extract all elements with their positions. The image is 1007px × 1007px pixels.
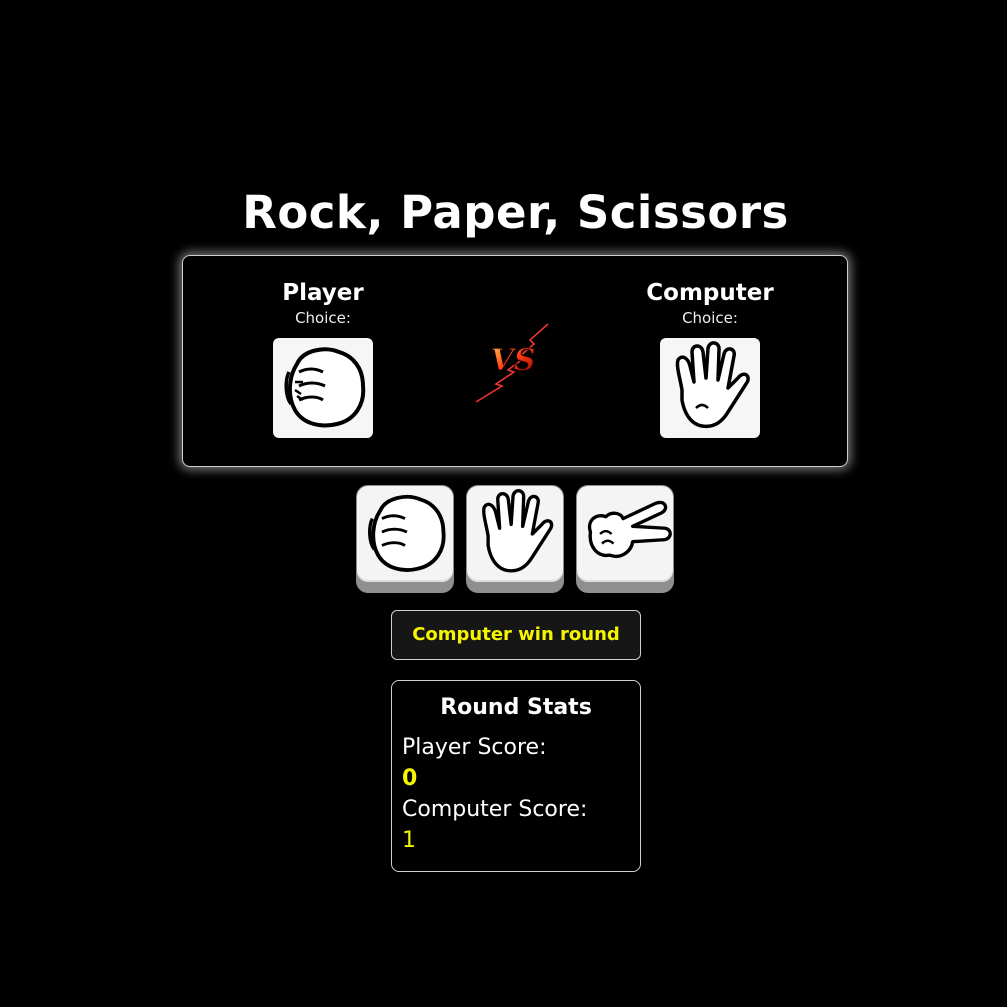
round-stats-title: Round Stats xyxy=(440,695,592,720)
vs-lightning-icon: VS xyxy=(475,323,549,403)
computer-choice-label: Choice: xyxy=(682,309,738,327)
player-choice-label: Choice: xyxy=(295,309,351,327)
player-score-value: 0 xyxy=(402,766,418,791)
page-title: Rock, Paper, Scissors xyxy=(242,186,789,239)
scissors-hand-icon xyxy=(587,500,672,558)
player-score-label: Player Score: xyxy=(402,735,547,760)
rock-hand-icon xyxy=(284,347,366,428)
rock-hand-icon xyxy=(368,495,446,572)
round-stats-panel: Round Stats Player Score: 0 Computer Sco… xyxy=(391,680,641,872)
computer-score-value: 1 xyxy=(402,828,416,853)
choice-controls xyxy=(356,485,676,595)
computer-name: Computer xyxy=(646,280,774,306)
paper-hand-icon xyxy=(482,489,554,573)
player-side: Player Choice: xyxy=(223,278,423,438)
rock-button[interactable] xyxy=(356,485,454,593)
rock-button-face xyxy=(357,486,453,582)
computer-score-label: Computer Score: xyxy=(402,797,588,822)
scissors-button-face xyxy=(577,486,673,582)
arena-panel: Player Choice: VS Computer Choice: xyxy=(182,255,848,467)
computer-choice-card xyxy=(660,338,760,438)
paper-hand-icon xyxy=(675,341,750,429)
paper-button[interactable] xyxy=(466,485,564,593)
player-name: Player xyxy=(282,280,364,306)
computer-side: Computer Choice: xyxy=(610,278,810,438)
vs-text: VS xyxy=(491,343,536,378)
player-choice-card xyxy=(273,338,373,438)
round-result-message: Computer win round xyxy=(391,610,641,660)
paper-button-face xyxy=(467,486,563,582)
scissors-button[interactable] xyxy=(576,485,674,593)
